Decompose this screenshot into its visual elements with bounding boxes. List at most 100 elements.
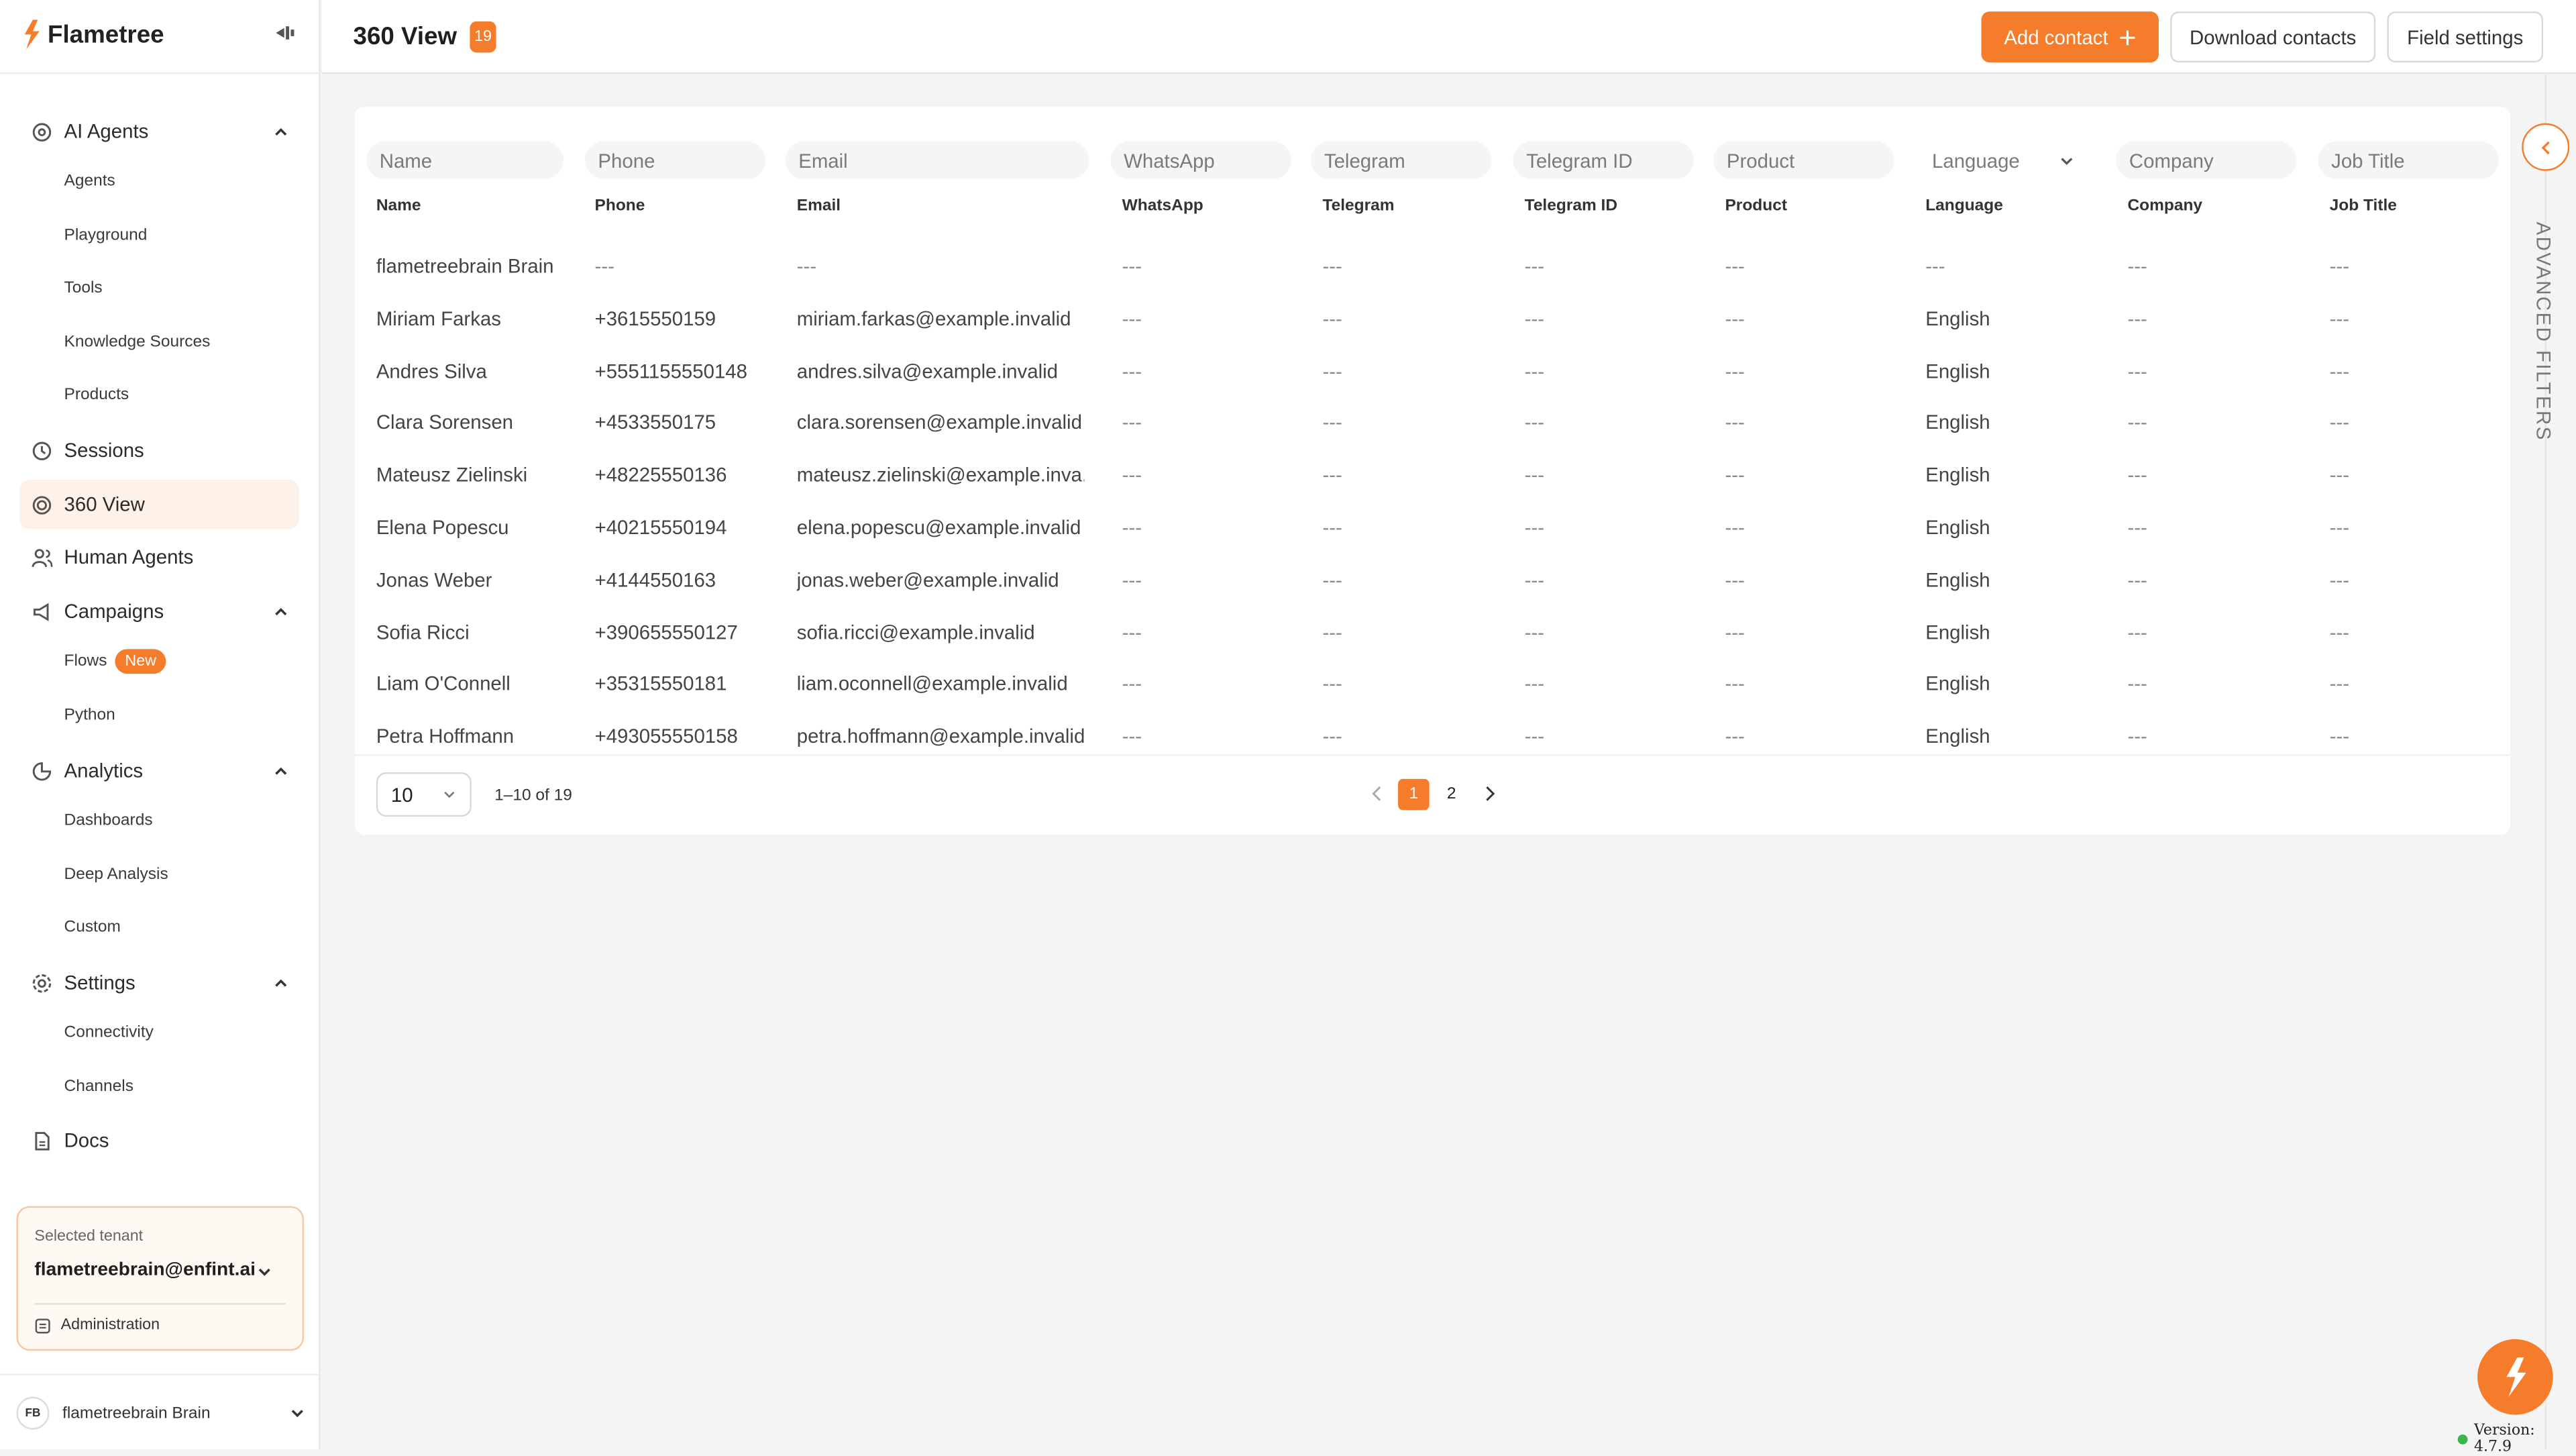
download-contacts-label: Download contacts: [2190, 25, 2357, 49]
column-header[interactable]: Phone: [595, 197, 645, 215]
nav-docs-label: Docs: [64, 1129, 109, 1152]
table-cell: miriam.farkas@example.invalid: [796, 307, 1071, 330]
nav-tools[interactable]: Tools: [64, 279, 103, 297]
sidebar-divider: [0, 72, 321, 74]
column-header[interactable]: Language: [1925, 197, 2003, 215]
table-cell: ---: [1322, 254, 1342, 278]
column-header[interactable]: Name: [376, 197, 421, 215]
filter-name-input[interactable]: Name: [366, 141, 564, 179]
nav-sessions[interactable]: Sessions: [19, 425, 299, 474]
table-cell: ---: [1524, 359, 1545, 382]
nav-playground[interactable]: Playground: [64, 227, 148, 245]
chevron-up-icon[interactable]: [273, 762, 289, 778]
table-cell: English: [1925, 620, 1990, 644]
advanced-filters-label[interactable]: ADVANCED FILTERS: [2532, 222, 2555, 441]
advanced-filters-toggle[interactable]: [2522, 123, 2570, 171]
tenant-selector[interactable]: Selected tenant flametreebrain@enfint.ai…: [16, 1206, 305, 1351]
table-cell: ---: [796, 254, 817, 278]
download-contacts-button[interactable]: Download contacts: [2170, 11, 2376, 63]
filter-product-placeholder: Product: [1726, 148, 1795, 172]
nav-analytics[interactable]: Analytics: [19, 746, 299, 795]
filter-product-input[interactable]: Product: [1713, 141, 1894, 179]
filter-language-select[interactable]: Language: [1919, 141, 2092, 179]
nav-knowledge-sources[interactable]: Knowledge Sources: [64, 333, 211, 352]
field-settings-button[interactable]: Field settings: [2387, 11, 2544, 63]
nav-settings[interactable]: Settings: [19, 958, 299, 1007]
page-button-2[interactable]: 2: [1436, 779, 1467, 811]
chevron-down-icon: [444, 791, 455, 798]
table-cell: ---: [1725, 568, 1745, 592]
nav-360-view[interactable]: 360 View: [19, 480, 299, 529]
table-cell: English: [1925, 515, 1990, 539]
column-header[interactable]: Company: [2127, 197, 2202, 215]
table-cell: ---: [2127, 725, 2147, 748]
user-name: flametreebrain Brain: [62, 1404, 211, 1422]
chevron-up-icon[interactable]: [273, 603, 289, 619]
nav-campaigns[interactable]: Campaigns: [19, 586, 299, 635]
column-header[interactable]: WhatsApp: [1122, 197, 1203, 215]
filter-job-title-input[interactable]: Job Title: [2318, 141, 2499, 179]
user-menu[interactable]: FB flametreebrain Brain: [16, 1396, 211, 1430]
chevron-up-icon[interactable]: [273, 123, 289, 140]
table-cell: ---: [1322, 620, 1342, 644]
table-cell: ---: [1524, 725, 1545, 748]
table-cell: flametreebrain Brain: [376, 254, 554, 278]
brand-logo[interactable]: Flametree: [21, 19, 164, 50]
nav-flows[interactable]: Flows New: [64, 649, 166, 674]
nav-python[interactable]: Python: [64, 707, 115, 725]
add-contact-button[interactable]: Add contact: [1981, 11, 2159, 63]
nav-human-agents[interactable]: Human Agents: [19, 532, 299, 581]
filter-telegram-id-placeholder: Telegram ID: [1526, 148, 1633, 172]
megaphone-icon: [32, 601, 53, 622]
page-button-1[interactable]: 1: [1398, 778, 1430, 811]
nav-connectivity[interactable]: Connectivity: [64, 1024, 154, 1042]
table-cell: mateusz.zielinski@example.inva...: [796, 464, 1085, 487]
chevron-down-icon[interactable]: [289, 1405, 305, 1421]
filter-telegram-id-input[interactable]: Telegram ID: [1513, 141, 1694, 179]
table-cell: Miriam Farkas: [376, 307, 501, 330]
nav-deep-analysis[interactable]: Deep Analysis: [64, 866, 168, 884]
nav-ai-agents[interactable]: AI Agents: [19, 107, 299, 156]
page-size-select[interactable]: 10: [376, 772, 472, 817]
filter-email-input[interactable]: Email: [785, 141, 1089, 179]
filter-company-input[interactable]: Company: [2116, 141, 2297, 179]
table-cell: ---: [1725, 359, 1745, 382]
column-header[interactable]: Email: [797, 197, 841, 215]
prev-page-button[interactable]: [1368, 784, 1385, 803]
nav-channels[interactable]: Channels: [64, 1078, 134, 1096]
table-cell: liam.oconnell@example.invalid: [796, 672, 1068, 696]
chevron-left-icon: [1372, 786, 1381, 801]
collapse-sidebar-icon[interactable]: [273, 21, 296, 44]
nav-dashboards[interactable]: Dashboards: [64, 812, 153, 830]
table-cell: +35315550181: [594, 672, 727, 696]
column-header[interactable]: Telegram ID: [1525, 197, 1617, 215]
table-cell: ---: [594, 254, 614, 278]
assistant-chat-button[interactable]: [2477, 1339, 2553, 1415]
nav-python-label: Python: [64, 707, 115, 725]
nav-products[interactable]: Products: [64, 386, 129, 405]
nav-custom[interactable]: Custom: [64, 919, 121, 937]
nav-sessions-label: Sessions: [64, 438, 144, 462]
contacts-card: Name Phone Email WhatsApp Telegram Teleg…: [354, 107, 2511, 835]
filter-language-placeholder: Language: [1932, 148, 2020, 172]
table-cell: ---: [1322, 568, 1342, 592]
nav-docs[interactable]: Docs: [19, 1116, 299, 1165]
filter-phone-placeholder: Phone: [598, 148, 655, 172]
table-cell: ---: [2329, 515, 2350, 539]
table-cell: ---: [1122, 672, 1142, 696]
administration-link[interactable]: Administration: [34, 1316, 160, 1335]
nav-settings-label: Settings: [64, 971, 136, 994]
nav-connectivity-label: Connectivity: [64, 1023, 154, 1042]
nav-deep-analysis-label: Deep Analysis: [64, 866, 168, 884]
next-page-button[interactable]: [1482, 784, 1498, 803]
column-header[interactable]: Telegram: [1322, 197, 1394, 215]
chevron-up-icon[interactable]: [273, 974, 289, 990]
filter-phone-input[interactable]: Phone: [584, 141, 766, 179]
table-cell: English: [1925, 568, 1990, 592]
column-header[interactable]: Job Title: [2330, 197, 2397, 215]
chevron-down-icon[interactable]: [256, 1263, 272, 1280]
nav-agents[interactable]: Agents: [64, 172, 115, 191]
column-header[interactable]: Product: [1725, 197, 1787, 215]
filter-whatsapp-input[interactable]: WhatsApp: [1110, 141, 1291, 179]
filter-telegram-input[interactable]: Telegram: [1311, 141, 1492, 179]
